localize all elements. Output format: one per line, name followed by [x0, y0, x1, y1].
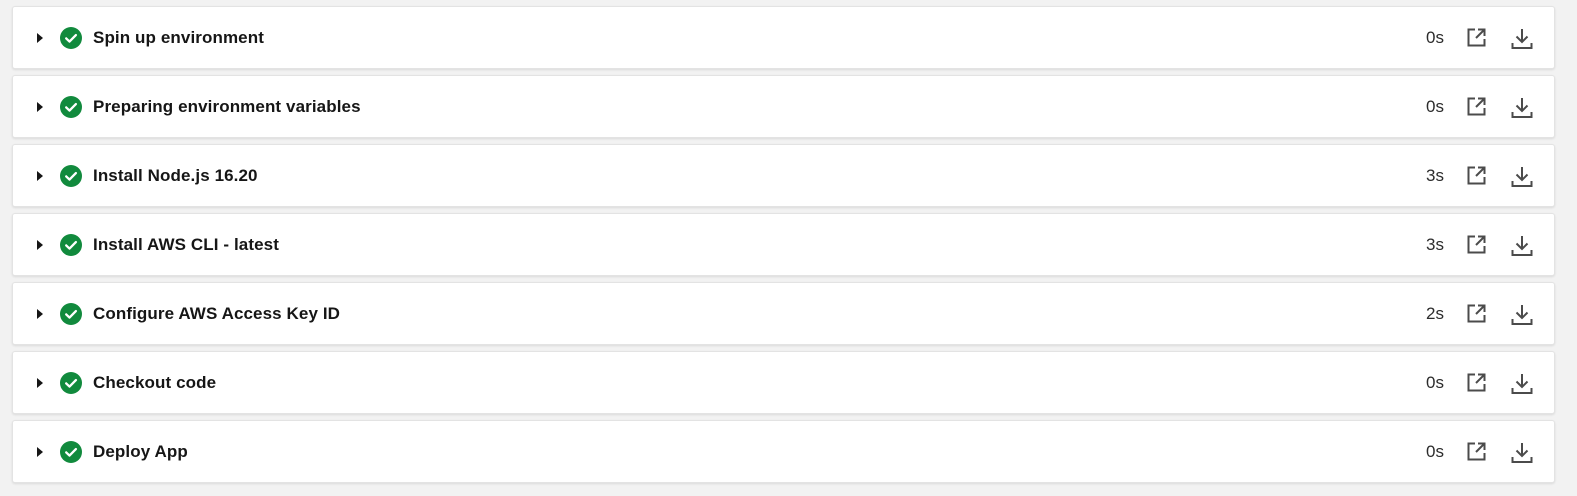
- step-duration: 0s: [1426, 373, 1444, 392]
- caret-right-icon[interactable]: [37, 447, 43, 457]
- check-circle-icon: [60, 303, 82, 325]
- caret-right-icon[interactable]: [37, 309, 43, 319]
- step-duration: 2s: [1426, 304, 1444, 323]
- step-duration: 0s: [1426, 442, 1444, 461]
- download-icon[interactable]: [1509, 302, 1535, 328]
- download-icon[interactable]: [1509, 440, 1535, 466]
- open-in-new-icon[interactable]: [1464, 26, 1488, 50]
- open-in-new-icon[interactable]: [1464, 440, 1488, 464]
- step-duration: 3s: [1426, 235, 1444, 254]
- caret-right-icon[interactable]: [37, 171, 43, 181]
- step-row[interactable]: Install Node.js 16.20 3s: [12, 144, 1555, 207]
- download-icon[interactable]: [1509, 95, 1535, 121]
- download-icon[interactable]: [1509, 26, 1535, 52]
- step-title: Spin up environment: [93, 28, 264, 47]
- check-circle-icon: [60, 27, 82, 49]
- step-title: Preparing environment variables: [93, 97, 361, 116]
- step-list: Spin up environment 0s Preparing environ…: [0, 0, 1577, 483]
- step-title: Install Node.js 16.20: [93, 166, 258, 185]
- caret-right-icon[interactable]: [37, 240, 43, 250]
- open-in-new-icon[interactable]: [1464, 164, 1488, 188]
- check-circle-icon: [60, 96, 82, 118]
- open-in-new-icon[interactable]: [1464, 233, 1488, 257]
- download-icon[interactable]: [1509, 233, 1535, 259]
- step-row[interactable]: Configure AWS Access Key ID 2s: [12, 282, 1555, 345]
- step-duration: 3s: [1426, 166, 1444, 185]
- caret-right-icon[interactable]: [37, 102, 43, 112]
- caret-right-icon[interactable]: [37, 33, 43, 43]
- step-row[interactable]: Install AWS CLI - latest 3s: [12, 213, 1555, 276]
- step-row[interactable]: Spin up environment 0s: [12, 6, 1555, 69]
- step-title: Configure AWS Access Key ID: [93, 304, 341, 323]
- step-title: Checkout code: [93, 373, 217, 392]
- step-title: Deploy App: [93, 442, 188, 461]
- step-duration: 0s: [1426, 97, 1444, 116]
- download-icon[interactable]: [1509, 164, 1535, 190]
- open-in-new-icon[interactable]: [1464, 371, 1488, 395]
- step-duration: 0s: [1426, 28, 1444, 47]
- step-row[interactable]: Deploy App 0s: [12, 420, 1555, 483]
- check-circle-icon: [60, 165, 82, 187]
- check-circle-icon: [60, 372, 82, 394]
- check-circle-icon: [60, 234, 82, 256]
- open-in-new-icon[interactable]: [1464, 302, 1488, 326]
- caret-right-icon[interactable]: [37, 378, 43, 388]
- download-icon[interactable]: [1509, 371, 1535, 397]
- step-title: Install AWS CLI - latest: [93, 235, 279, 254]
- check-circle-icon: [60, 441, 82, 463]
- step-row[interactable]: Checkout code 0s: [12, 351, 1555, 414]
- step-row[interactable]: Preparing environment variables 0s: [12, 75, 1555, 138]
- open-in-new-icon[interactable]: [1464, 95, 1488, 119]
